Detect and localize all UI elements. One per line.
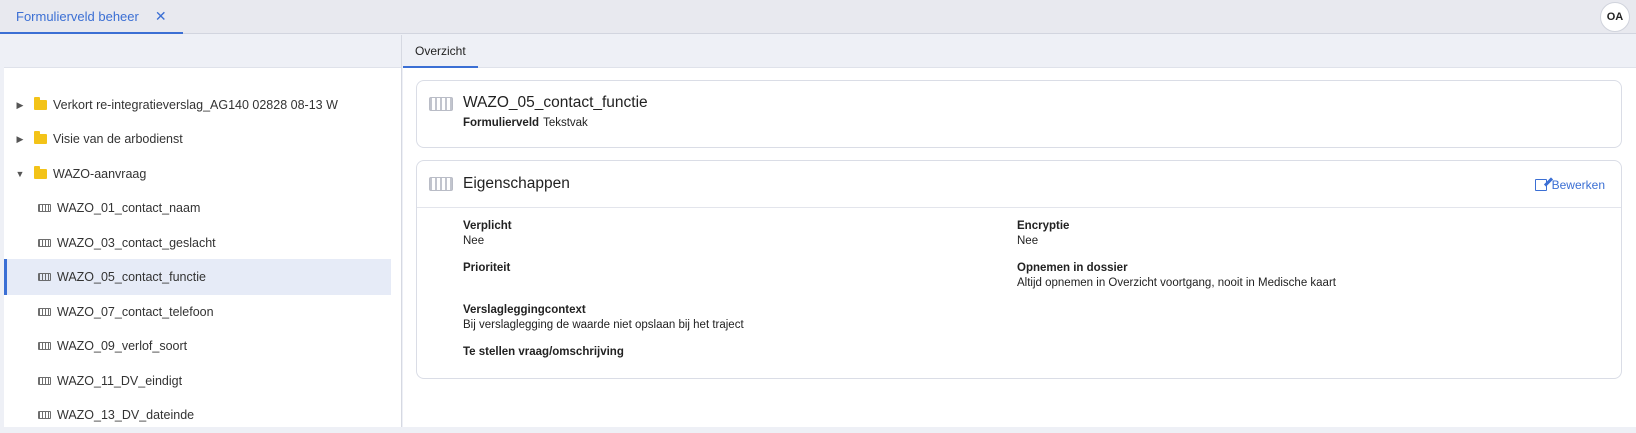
- tab-overzicht[interactable]: Overzicht: [403, 35, 478, 68]
- prop-context: Verslagleggingcontext Bij verslaglegging…: [463, 304, 744, 331]
- prop-value: Altijd opnemen in Overzicht voortgang, n…: [1017, 277, 1336, 289]
- tree-item[interactable]: WAZO_01_contact_naam: [4, 190, 391, 226]
- keyboard-icon: [38, 342, 51, 350]
- tree-item-label: Verkort re-integratieverslag_AG140 02828…: [53, 98, 338, 112]
- folder-icon: [34, 131, 47, 144]
- tree-item[interactable]: WAZO_03_contact_geslacht: [4, 225, 391, 261]
- tree-item[interactable]: WAZO_09_verlof_soort: [4, 328, 391, 364]
- prop-label: Te stellen vraag/omschrijving: [463, 346, 624, 358]
- properties-card: Eigenschappen Bewerken Verplicht Nee Enc…: [416, 160, 1622, 379]
- tree-panel-header: [4, 35, 401, 68]
- field-type-label: Formulierveld: [463, 117, 540, 129]
- tree-panel: ▶ Verkort re-integratieverslag_AG140 028…: [4, 35, 402, 427]
- tree-item-label: WAZO_03_contact_geslacht: [57, 236, 216, 250]
- keyboard-icon: [429, 97, 453, 111]
- prop-vraag: Te stellen vraag/omschrijving: [463, 346, 624, 361]
- edit-icon: [1534, 179, 1547, 191]
- tree-item[interactable]: WAZO_07_contact_telefoon: [4, 294, 391, 330]
- caret-right-icon[interactable]: ▶: [14, 134, 26, 145]
- field-title: WAZO_05_contact_functie: [463, 94, 648, 111]
- prop-encryptie: Encryptie Nee: [1017, 220, 1069, 247]
- tree-item-label: WAZO_11_DV_eindigt: [57, 374, 183, 388]
- field-header-card: WAZO_05_contact_functie Formulierveld Tek…: [416, 80, 1622, 148]
- tab-label: Formulierveld beheer: [16, 8, 139, 24]
- edit-button[interactable]: Bewerken: [1534, 178, 1605, 192]
- prop-label: Verplicht: [463, 220, 512, 232]
- prop-verplicht: Verplicht Nee: [463, 220, 512, 247]
- tree-item-label: WAZO-aanvraag: [53, 167, 147, 181]
- tree-item[interactable]: WAZO_11_DV_eindigt: [4, 363, 391, 399]
- tree-folder[interactable]: ▶ Verkort re-integratieverslag_AG140 028…: [4, 87, 391, 123]
- keyboard-icon: [429, 177, 453, 191]
- field-type: Formulierveld Tekstvak: [463, 117, 588, 129]
- keyboard-icon: [38, 377, 51, 385]
- edit-button-label: Bewerken: [1551, 178, 1605, 192]
- tree-item-label: WAZO_01_contact_naam: [57, 201, 201, 215]
- tree-item[interactable]: WAZO_13_DV_dateinde: [4, 397, 391, 433]
- caret-down-icon[interactable]: ▼: [14, 169, 26, 179]
- prop-opnemen: Opnemen in dossier Altijd opnemen in Ove…: [1017, 262, 1336, 289]
- prop-label: Opnemen in dossier: [1017, 262, 1128, 274]
- field-type-value: Tekstvak: [543, 117, 588, 129]
- divider: [417, 207, 1621, 208]
- tree-folder[interactable]: ▶ Visie van de arbodienst: [4, 121, 391, 157]
- tree-item-label: Visie van de arbodienst: [53, 132, 183, 146]
- detail-panel: Overzicht WAZO_05_contact_functie Formul…: [403, 35, 1636, 427]
- keyboard-icon: [38, 411, 51, 419]
- tree-item-label: WAZO_05_contact_functie: [57, 270, 206, 284]
- tab-formulierveld-beheer[interactable]: Formulierveld beheer ✕: [0, 0, 183, 34]
- prop-value: Bij verslaglegging de waarde niet opslaa…: [463, 319, 744, 331]
- tree-item-label: WAZO_13_DV_dateinde: [57, 408, 195, 422]
- folder-icon: [34, 166, 47, 179]
- prop-value: Nee: [1017, 235, 1039, 247]
- caret-right-icon[interactable]: ▶: [14, 100, 26, 111]
- tree-item-selected[interactable]: WAZO_05_contact_functie: [4, 259, 391, 295]
- keyboard-icon: [38, 239, 51, 247]
- detail-tabs: Overzicht: [403, 35, 1636, 68]
- close-icon[interactable]: ✕: [155, 8, 167, 25]
- tree-item-label: WAZO_07_contact_telefoon: [57, 305, 214, 319]
- prop-label: Verslagleggingcontext: [463, 304, 586, 316]
- tree-item-label: WAZO_09_verlof_soort: [57, 339, 188, 353]
- keyboard-icon: [38, 204, 51, 212]
- keyboard-icon: [38, 308, 51, 316]
- top-bar: Formulierveld beheer ✕ OA: [0, 0, 1636, 34]
- prop-label: Encryptie: [1017, 220, 1070, 232]
- avatar[interactable]: OA: [1600, 2, 1630, 32]
- prop-value: Nee: [463, 235, 485, 247]
- tree-folder[interactable]: ▼ WAZO-aanvraag: [4, 156, 391, 192]
- properties-title: Eigenschappen: [463, 175, 570, 192]
- prop-prioriteit: Prioriteit: [463, 262, 510, 277]
- keyboard-icon: [38, 273, 51, 281]
- folder-icon: [34, 97, 47, 110]
- prop-label: Prioriteit: [463, 262, 511, 274]
